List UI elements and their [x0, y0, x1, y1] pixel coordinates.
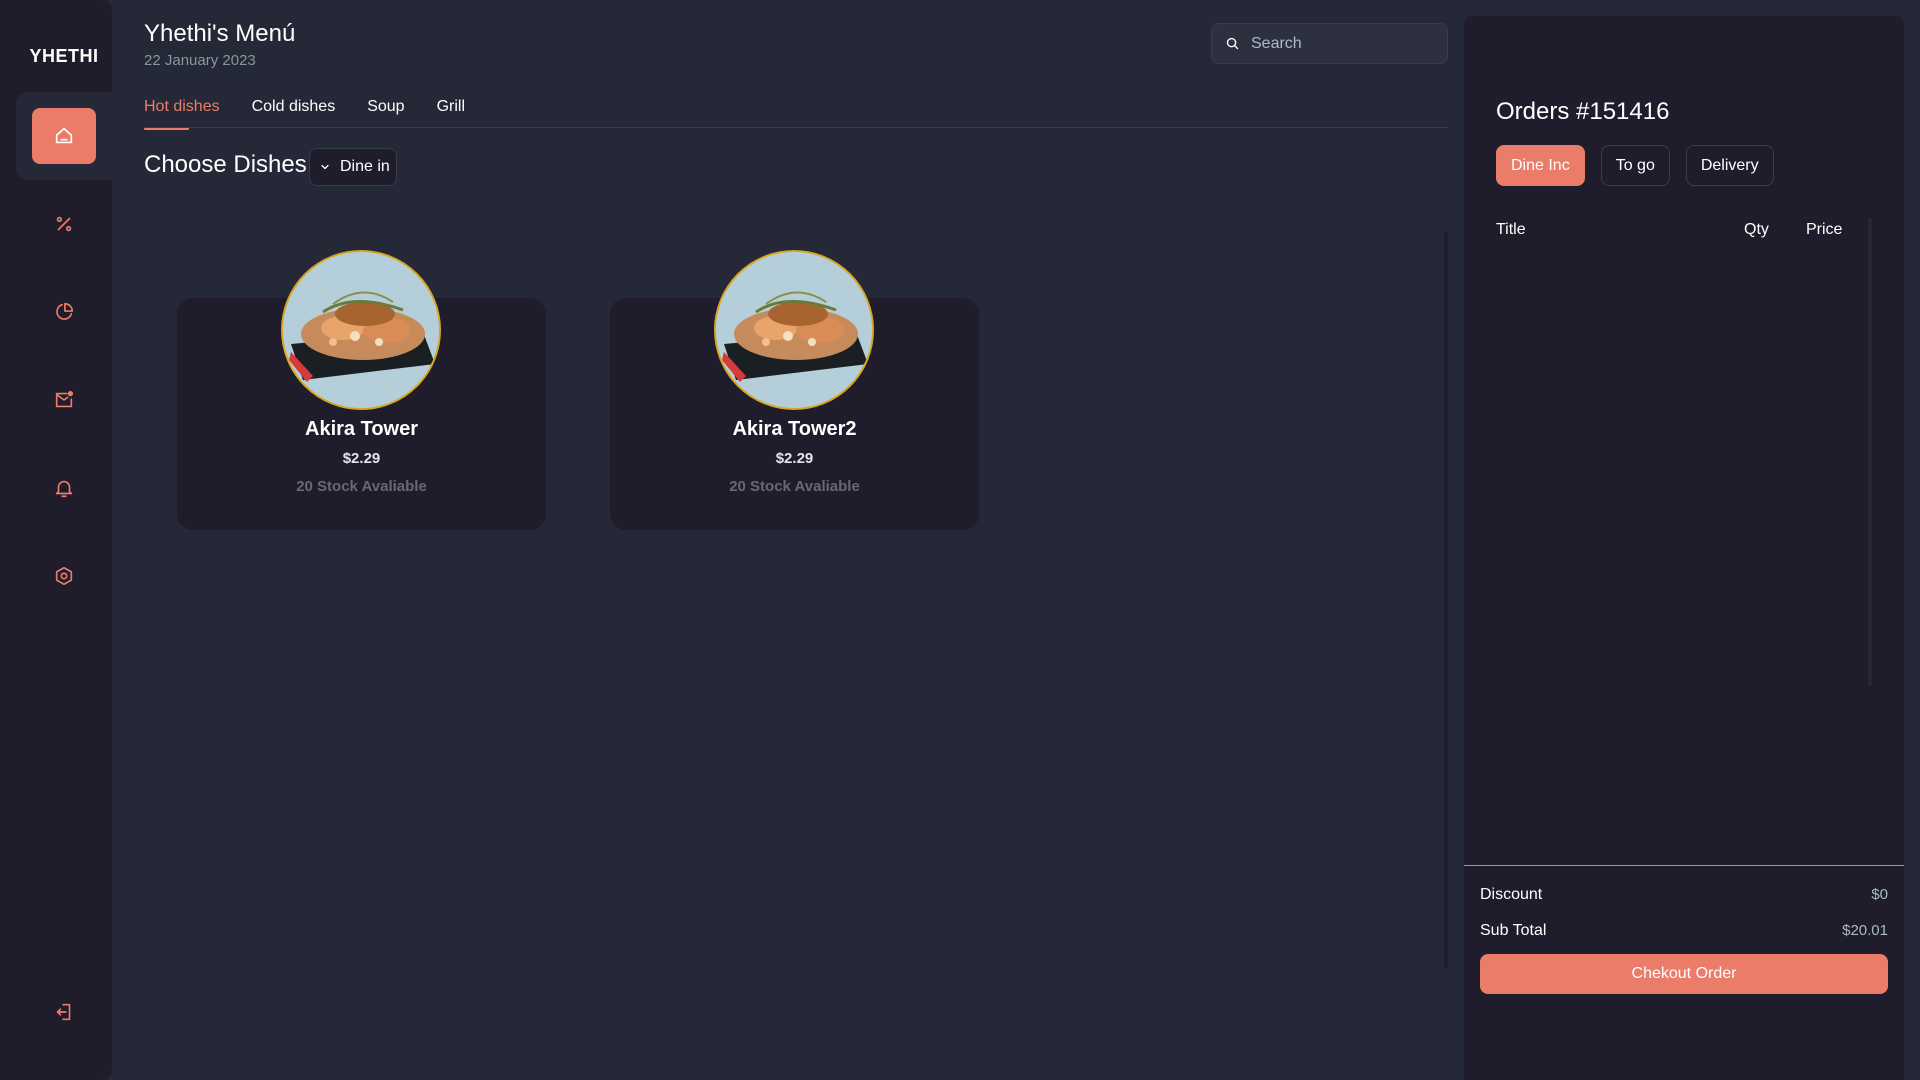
logout-button[interactable] [32, 984, 96, 1040]
column-qty: Qty [1744, 221, 1769, 238]
current-date: 22 January 2023 [144, 52, 256, 69]
dishes-scrollbar[interactable] [1444, 232, 1448, 968]
dish-photo [283, 252, 439, 408]
dish-price: $2.29 [342, 450, 381, 467]
dine-option-label: Dine in [340, 158, 390, 175]
order-type-to-go-button[interactable]: To go [1600, 145, 1670, 186]
chevron-down-icon [321, 164, 329, 170]
order-list-scrollbar[interactable] [1868, 218, 1872, 686]
sidebar: YHETHI [0, 0, 112, 1080]
dish-card[interactable]: Akira Tower2 $2.29 20 Stock Avaliable [610, 250, 979, 530]
pos-app: YHETHI Yhethi's Menú 22 January 2023 Sea… [0, 0, 1920, 1080]
discount-value: $0 [1871, 886, 1888, 903]
order-panel: Orders #151416 Dine Inc To go Delivery T… [1464, 16, 1904, 1080]
subtotal-row: Sub Total $20.01 [1480, 922, 1888, 940]
percent-icon [56, 216, 72, 232]
sidebar-item-messages[interactable] [32, 372, 96, 428]
tab-grill[interactable]: Grill [437, 98, 465, 128]
page-title: Yhethi's Menú [144, 20, 296, 47]
dish-image [281, 250, 441, 410]
order-title: Orders #151416 [1496, 98, 1670, 125]
search-icon [1226, 37, 1239, 50]
dish-stock: 20 Stock Avaliable [296, 478, 427, 495]
dish-name: Akira Tower [305, 418, 418, 440]
checkout-order-button[interactable]: Chekout Order [1480, 954, 1888, 994]
order-type-group: Dine Inc To go Delivery [1496, 145, 1774, 186]
column-title: Title [1496, 221, 1526, 238]
dish-image [714, 250, 874, 410]
dish-price: $2.29 [775, 450, 814, 467]
search-box[interactable] [1211, 23, 1448, 64]
category-tabs: Hot dishes Cold dishes Soup Grill [144, 98, 465, 130]
dine-option-select[interactable]: Dine in [309, 148, 397, 186]
sidebar-item-dashboard[interactable] [32, 284, 96, 340]
discount-label: Discount [1480, 886, 1543, 903]
subtotal-value: $20.01 [1842, 922, 1888, 939]
order-type-delivery-button[interactable]: Delivery [1685, 145, 1774, 186]
settings-icon [55, 566, 73, 586]
order-summary-divider [1464, 865, 1904, 866]
sidebar-item-notifications[interactable] [32, 460, 96, 516]
logout-icon [56, 1003, 71, 1021]
search-input[interactable] [1251, 34, 1441, 53]
tab-hot-dishes[interactable]: Hot dishes [144, 98, 220, 130]
tab-soup[interactable]: Soup [367, 98, 404, 128]
subtotal-label: Sub Total [1480, 922, 1547, 939]
sidebar-item-settings[interactable] [32, 548, 96, 604]
home-icon [55, 127, 73, 144]
section-title: Choose Dishes [144, 151, 307, 178]
sidebar-item-home[interactable] [32, 108, 96, 164]
dish-card[interactable]: Akira Tower $2.29 20 Stock Avaliable [177, 250, 546, 530]
tab-cold-dishes[interactable]: Cold dishes [252, 98, 336, 128]
dish-name: Akira Tower2 [732, 418, 857, 440]
dish-photo [716, 252, 872, 408]
tabs-divider [144, 127, 1448, 128]
order-type-dine-in-button[interactable]: Dine Inc [1496, 145, 1585, 186]
bell-icon [55, 480, 73, 498]
dish-stock: 20 Stock Avaliable [729, 478, 860, 495]
discount-row: Discount $0 [1480, 886, 1888, 904]
mail-icon [55, 390, 74, 408]
app-logo[interactable]: YHETHI [0, 46, 128, 67]
column-price: Price [1806, 221, 1843, 238]
pie-chart-icon [56, 302, 74, 320]
sidebar-item-discount[interactable] [32, 196, 96, 252]
